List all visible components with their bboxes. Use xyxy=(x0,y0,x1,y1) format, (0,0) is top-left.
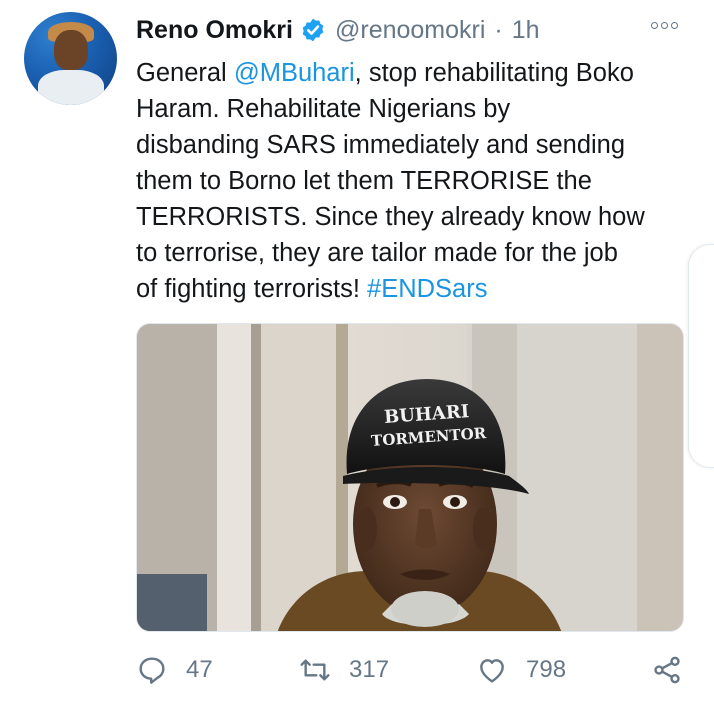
like-button[interactable]: 798 xyxy=(476,650,566,690)
tweet-text-line: disbanding SARS immediately and sending xyxy=(136,131,626,159)
tweet-text-line: TERRORISTS. Since they already know how xyxy=(136,203,645,231)
reply-button[interactable]: 47 xyxy=(136,650,213,690)
reply-count: 47 xyxy=(186,656,213,683)
reply-icon xyxy=(139,657,165,684)
verified-badge-icon xyxy=(302,18,324,42)
tweet-text-line: General @MBuhari, stop rehabilitating Bo… xyxy=(136,59,634,87)
avatar-face xyxy=(54,30,88,70)
tweet-text-line: Haram. Rehabilitate Nigerians by xyxy=(136,95,511,123)
author-name[interactable]: Reno Omokri xyxy=(136,16,293,45)
tweet-text-line: of fighting terrorists! #ENDSars xyxy=(136,275,488,303)
hashtag-link[interactable]: #ENDSars xyxy=(367,275,487,303)
tweet-actions: 47 317 798 xyxy=(136,650,696,690)
share-button[interactable] xyxy=(651,650,683,690)
tweet-header: Reno Omokri @renoomokri · 1h xyxy=(136,14,540,46)
retweet-count: 317 xyxy=(349,656,390,683)
tweet-text: General @MBuhari, stop rehabilitating Bo… xyxy=(136,55,696,307)
like-count: 798 xyxy=(526,656,567,683)
side-panel-edge xyxy=(688,244,714,468)
photo-illustration: BUHARI TORMENTOR xyxy=(137,324,683,631)
author-handle[interactable]: @renoomokri xyxy=(335,16,485,45)
tweet-timestamp[interactable]: 1h xyxy=(512,16,540,45)
more-options-icon[interactable] xyxy=(651,22,678,29)
mention-link[interactable]: @MBuhari xyxy=(234,59,355,87)
retweet-icon xyxy=(300,659,330,681)
like-icon xyxy=(480,659,504,683)
author-avatar[interactable] xyxy=(24,12,117,105)
retweet-button[interactable]: 317 xyxy=(299,650,389,690)
share-icon xyxy=(654,656,680,684)
tweet-text-line: to terrorise, they are tailor made for t… xyxy=(136,239,618,267)
avatar-shirt xyxy=(38,70,104,105)
header-separator: · xyxy=(494,15,503,44)
tweet-text-line: them to Borno let them TERRORISE the xyxy=(136,167,592,195)
tweet-photo[interactable]: BUHARI TORMENTOR xyxy=(136,323,684,632)
